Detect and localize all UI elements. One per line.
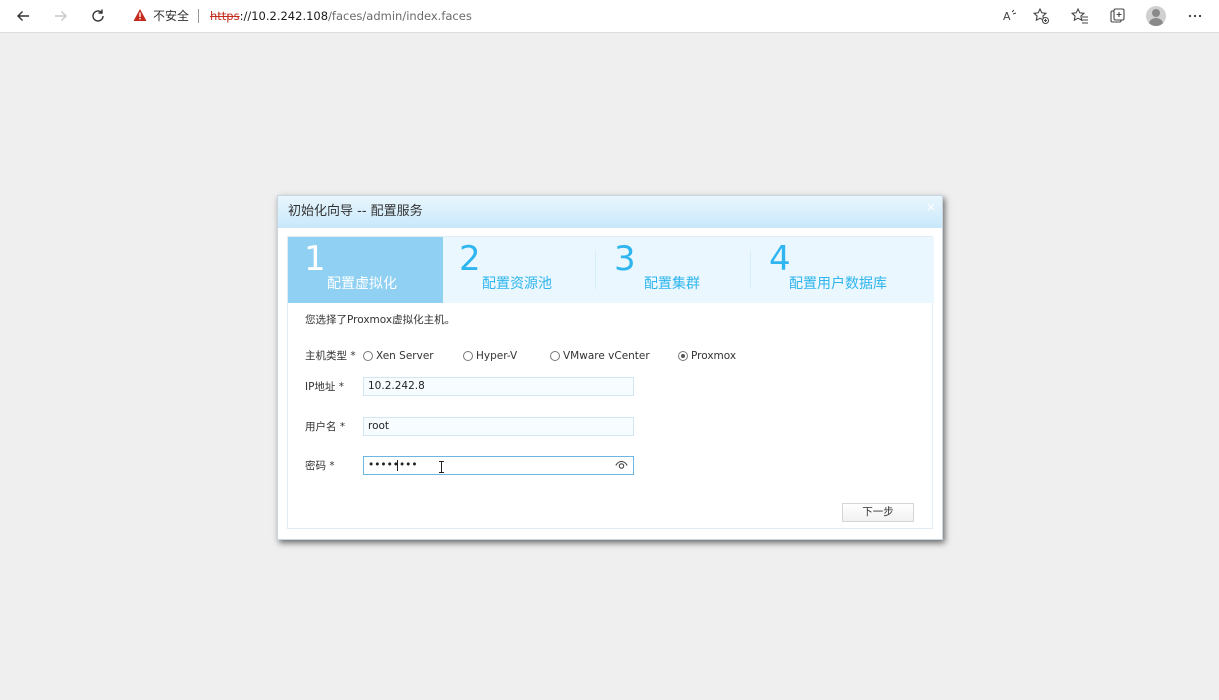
profile-avatar[interactable] <box>1146 6 1166 26</box>
radio-button[interactable] <box>463 351 473 361</box>
host-type-label: 主机类型 * <box>305 350 356 362</box>
refresh-icon[interactable] <box>86 4 110 28</box>
add-favorite-icon[interactable] <box>1029 4 1053 28</box>
step-divider <box>595 251 596 289</box>
step-configure-user-database: 4 配置用户数据库 <box>753 237 934 303</box>
url-path: /faces/admin/index.faces <box>328 9 472 23</box>
address-separator <box>198 9 199 23</box>
dialog-title: 初始化向导 -- 配置服务 <box>288 204 423 219</box>
password-mask: •••••••• <box>368 459 418 471</box>
warning-icon[interactable] <box>133 8 147 22</box>
step-number: 1 <box>304 239 326 279</box>
step-configure-resource-pool: 2 配置资源池 <box>443 237 598 303</box>
step-label: 配置集群 <box>644 276 700 292</box>
selection-info-text: 您选择了Proxmox虚拟化主机。 <box>305 314 456 326</box>
browser-toolbar: 不安全 https://10.2.242.108/faces/admin/ind… <box>0 0 1219 33</box>
radio-vmware-vcenter[interactable]: VMware vCenter <box>550 349 650 363</box>
radio-button[interactable] <box>678 351 688 361</box>
step-number: 4 <box>769 239 791 279</box>
more-icon[interactable] <box>1183 4 1207 28</box>
address-bar[interactable]: https://10.2.242.108/faces/admin/index.f… <box>210 8 472 24</box>
svg-text:A: A <box>1003 10 1011 23</box>
radio-label: Proxmox <box>691 350 737 362</box>
step-configure-cluster: 3 配置集群 <box>598 237 753 303</box>
step-divider <box>750 251 751 289</box>
username-label: 用户名 * <box>305 421 346 433</box>
text-cursor-icon <box>439 461 444 473</box>
step-number: 2 <box>459 239 481 279</box>
username-input[interactable]: root <box>363 417 634 436</box>
security-label[interactable]: 不安全 <box>153 8 189 24</box>
radio-button[interactable] <box>550 351 560 361</box>
step-label: 配置虚拟化 <box>327 276 397 292</box>
radio-label: Xen Server <box>376 350 434 362</box>
radio-label: VMware vCenter <box>563 350 650 362</box>
password-label: 密码 * <box>305 460 335 472</box>
show-password-icon[interactable] <box>615 460 628 470</box>
close-icon[interactable]: × <box>926 201 936 213</box>
step-label: 配置资源池 <box>482 276 552 292</box>
text-caret <box>397 460 398 471</box>
next-button[interactable]: 下一步 <box>842 503 914 522</box>
radio-hyper-v[interactable]: Hyper-V <box>463 349 517 363</box>
step-number: 3 <box>614 239 636 279</box>
wizard-steps: 1 配置虚拟化 2 配置资源池 3 配置集群 4 配置用户数据库 <box>288 237 934 303</box>
url-scheme: https <box>210 9 240 23</box>
radio-label: Hyper-V <box>476 350 518 362</box>
step-label: 配置用户数据库 <box>789 276 887 292</box>
url-host: ://10.2.242.108 <box>239 9 329 23</box>
favorites-icon[interactable] <box>1068 4 1092 28</box>
collections-icon[interactable] <box>1106 4 1130 28</box>
ip-address-input[interactable]: 10.2.242.8 <box>363 377 634 396</box>
radio-proxmox[interactable]: Proxmox <box>678 349 736 363</box>
ip-address-label: IP地址 * <box>305 381 345 393</box>
radio-button[interactable] <box>363 351 373 361</box>
forward-icon[interactable] <box>49 4 73 28</box>
init-wizard-dialog: 初始化向导 -- 配置服务 × 1 配置虚拟化 2 配置资源池 3 配置集群 4… <box>277 195 943 540</box>
read-aloud-icon[interactable]: A <box>998 4 1022 28</box>
password-input[interactable]: •••••••• <box>363 456 634 475</box>
dialog-header: 初始化向导 -- 配置服务 × <box>278 196 942 228</box>
dialog-body: 1 配置虚拟化 2 配置资源池 3 配置集群 4 配置用户数据库 您选择了Pro… <box>287 236 934 529</box>
radio-xen-server[interactable]: Xen Server <box>363 349 434 363</box>
step-configure-virtualization: 1 配置虚拟化 <box>288 237 443 303</box>
back-icon[interactable] <box>11 4 35 28</box>
